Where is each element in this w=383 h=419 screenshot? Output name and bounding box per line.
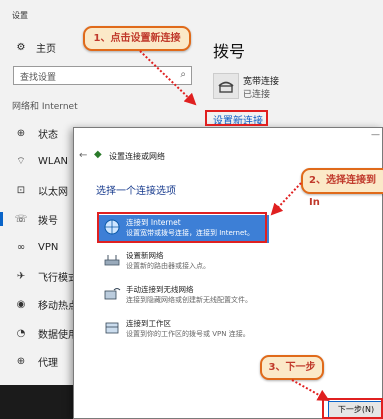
search-icon: ⌕ <box>180 69 186 80</box>
sidebar-item-label: 以太网 <box>38 186 68 198</box>
sidebar-item-label: WLAN <box>38 155 69 167</box>
hotspot-icon: ◉ <box>16 298 26 310</box>
option-title: 设置新网络 <box>126 251 164 260</box>
dialog-heading: 选择一个连接选项 <box>96 186 176 197</box>
gear-icon: ⚙ <box>16 42 26 53</box>
connection-status: 已连接 <box>243 90 271 100</box>
option-title: 手动连接到无线网络 <box>126 285 194 294</box>
dialup-icon: ☏ <box>14 213 28 225</box>
sidebar-item-label: 代理 <box>38 357 58 369</box>
data-usage-icon: ◔ <box>16 327 26 339</box>
callout-step1: 1、点击设置新连接 <box>83 26 191 51</box>
workplace-icon <box>103 320 121 336</box>
dialog-title: 设置连接或网络 <box>109 152 165 161</box>
option-manual-wireless[interactable]: 手动连接到无线网络 连接到隐藏网络或创建新无线配置文件。 <box>99 282 269 310</box>
page-title: 拨号 <box>213 42 246 61</box>
sidebar-item-label: 拨号 <box>38 215 58 227</box>
router-icon <box>103 252 121 268</box>
option-description: 设置新的路由器或接入点。 <box>126 262 210 270</box>
sidebar-item-label: 飞行模式 <box>38 272 78 284</box>
highlight-connect-internet <box>97 212 267 243</box>
callout-step3: 3、下一步 <box>260 355 324 380</box>
proxy-icon: ⊕ <box>16 355 26 367</box>
option-description: 设置到你的工作区的拨号或 VPN 连接。 <box>126 330 250 338</box>
vpn-icon: ∞ <box>16 241 26 253</box>
section-header: 网络和 Internet <box>12 102 78 112</box>
search-input[interactable]: 查找设置 ⌕ <box>13 66 192 85</box>
connection-name[interactable]: 宽带连接 <box>243 74 279 87</box>
active-indicator <box>0 212 3 226</box>
sidebar-item-label: 状态 <box>38 129 58 141</box>
callout-step2: 2、选择连接到 In <box>301 168 383 208</box>
sidebar-home[interactable]: ⚙ 主页 <box>14 40 56 55</box>
wireless-computer-icon <box>103 286 121 302</box>
option-new-network[interactable]: 设置新网络 设置新的路由器或接入点。 <box>99 248 269 276</box>
highlight-next-button <box>322 398 383 419</box>
dialup-connection-icon[interactable] <box>213 73 239 99</box>
window-title: 设置 <box>12 11 28 20</box>
airplane-icon: ✈ <box>16 270 26 282</box>
wifi-icon: ⌔ <box>16 155 26 167</box>
option-title: 连接到工作区 <box>126 319 171 328</box>
search-placeholder: 查找设置 <box>20 73 57 83</box>
minimize-icon[interactable]: — <box>371 130 380 140</box>
status-icon: ⊕ <box>16 127 26 139</box>
option-workplace[interactable]: 连接到工作区 设置到你的工作区的拨号或 VPN 连接。 <box>99 316 269 344</box>
highlight-setup-link <box>205 110 268 126</box>
back-arrow-icon[interactable]: ← <box>79 150 87 161</box>
network-setup-icon: ◆ <box>94 149 102 160</box>
screen: 设置 ⚙ 主页 查找设置 ⌕ 网络和 Internet ⊕ 状态 ⌔ WLAN … <box>0 0 383 419</box>
home-label: 主页 <box>36 44 56 55</box>
ethernet-icon: ⊡ <box>16 184 26 196</box>
sidebar-item-label: 移动热点 <box>38 300 78 312</box>
sidebar-item-label: VPN <box>38 241 59 253</box>
option-description: 连接到隐藏网络或创建新无线配置文件。 <box>126 296 252 304</box>
